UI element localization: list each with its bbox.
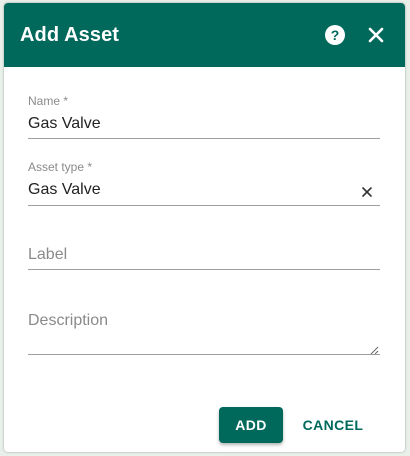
- asset-type-field-underline: [28, 205, 380, 206]
- name-field-underline: [28, 138, 380, 139]
- dialog-header: Add Asset ?: [4, 3, 405, 67]
- help-icon[interactable]: ?: [325, 25, 345, 45]
- label-field-placeholder[interactable]: Label: [28, 246, 67, 264]
- cancel-button[interactable]: CANCEL: [297, 407, 369, 443]
- description-field-underline: [28, 354, 380, 355]
- name-field[interactable]: Name * Gas Valve: [28, 93, 380, 141]
- label-field[interactable]: Label: [28, 239, 380, 275]
- svg-text:?: ?: [331, 27, 340, 43]
- name-field-value[interactable]: Gas Valve: [28, 115, 101, 133]
- close-icon[interactable]: [366, 25, 386, 45]
- clear-x-icon[interactable]: [360, 185, 374, 199]
- description-field-placeholder[interactable]: Description: [28, 312, 108, 330]
- name-field-label: Name *: [28, 94, 69, 108]
- add-asset-dialog: Add Asset ? Name * Gas Valve Asset type …: [4, 3, 405, 452]
- add-button[interactable]: ADD: [219, 407, 283, 443]
- dialog-title: Add Asset: [20, 24, 120, 46]
- asset-type-field[interactable]: Asset type * Gas Valve: [28, 159, 380, 207]
- resize-handle-icon[interactable]: [370, 342, 379, 355]
- asset-type-field-label: Asset type *: [28, 160, 93, 174]
- label-field-underline: [28, 269, 380, 270]
- close-x-icon: [368, 27, 384, 43]
- help-circle-icon: ?: [325, 25, 345, 45]
- asset-type-field-value[interactable]: Gas Valve: [28, 181, 101, 199]
- description-field[interactable]: Description: [28, 305, 380, 359]
